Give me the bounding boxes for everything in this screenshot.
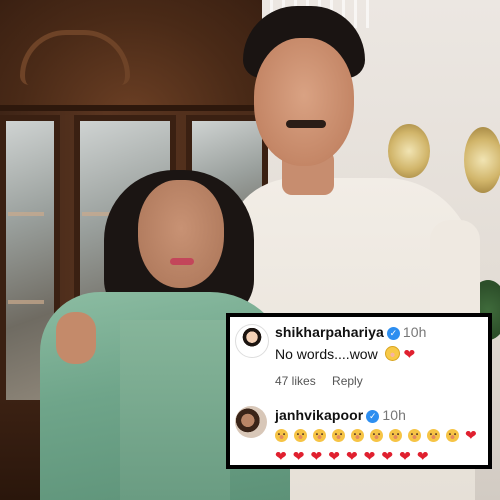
cabinet-crown bbox=[0, 0, 262, 111]
comment-header: shikharpahariya ✓ 10h bbox=[275, 324, 427, 340]
woman-face bbox=[138, 180, 224, 288]
comment-time: 10h bbox=[382, 407, 407, 423]
pleading-face-emoji-icon bbox=[370, 429, 383, 442]
wall-plate-right bbox=[464, 127, 500, 193]
pleading-face-emoji-icon bbox=[408, 429, 421, 442]
emoji-row-1: ❤ bbox=[275, 427, 483, 444]
man-mustache bbox=[286, 120, 326, 128]
woman-kameez bbox=[120, 320, 230, 500]
pleading-face-emoji-icon bbox=[389, 429, 402, 442]
red-heart-emoji-icon: ❤ bbox=[381, 448, 396, 464]
woman-lips bbox=[170, 258, 194, 265]
cabinet-shelf bbox=[8, 300, 44, 304]
pleading-face-emoji-icon bbox=[351, 429, 364, 442]
comments-card: shikharpahariya ✓ 10h No words....wow ❤ 47… bbox=[226, 313, 492, 469]
comment-text: No words....wow ❤ bbox=[275, 346, 415, 363]
red-heart-emoji-icon: ❤ bbox=[465, 427, 479, 443]
pleading-face-emoji-icon bbox=[294, 429, 307, 442]
username-link[interactable]: janhvikapoor bbox=[275, 407, 363, 423]
wall-plate-left bbox=[388, 124, 430, 178]
cabinet-ornament bbox=[20, 30, 130, 85]
verified-badge-icon: ✓ bbox=[366, 410, 380, 423]
avatar[interactable] bbox=[235, 324, 269, 358]
verified-badge-icon: ✓ bbox=[386, 327, 400, 340]
pleading-face-emoji-icon bbox=[332, 429, 345, 442]
red-heart-emoji-icon: ❤ bbox=[399, 448, 413, 464]
emoji-row-2: ❤ ❤ ❤ ❤ ❤ ❤ ❤ ❤ ❤ bbox=[275, 448, 435, 465]
red-heart-emoji-icon: ❤ bbox=[310, 448, 325, 464]
pleading-face-emoji-icon bbox=[446, 429, 459, 442]
red-heart-emoji-icon: ❤ bbox=[416, 448, 431, 464]
red-heart-emoji-icon: ❤ bbox=[292, 448, 307, 464]
man-face bbox=[254, 38, 354, 166]
cabinet-shelf bbox=[8, 212, 44, 216]
red-heart-emoji-icon: ❤ bbox=[328, 448, 342, 464]
red-heart-emoji-icon: ❤ bbox=[345, 448, 360, 464]
comment-time: 10h bbox=[402, 324, 427, 340]
flushed-face-emoji-icon bbox=[384, 346, 400, 361]
pleading-face-emoji-icon bbox=[313, 429, 326, 442]
avatar[interactable] bbox=[235, 406, 267, 438]
red-heart-emoji-icon: ❤ bbox=[363, 448, 378, 464]
comment-text-content: No words....wow bbox=[275, 346, 378, 362]
likes-count[interactable]: 47 likes bbox=[275, 374, 316, 388]
pleading-face-emoji-icon bbox=[275, 429, 288, 442]
comment-meta: 47 likes Reply bbox=[275, 374, 363, 388]
reply-button[interactable]: Reply bbox=[332, 374, 363, 388]
red-heart-emoji-icon: ❤ bbox=[403, 346, 416, 362]
pleading-face-emoji-icon bbox=[427, 429, 440, 442]
red-heart-emoji-icon: ❤ bbox=[275, 448, 289, 464]
comment-header: janhvikapoor ✓ 10h bbox=[275, 407, 406, 423]
man-hand-on-shoulder bbox=[56, 312, 96, 364]
username-link[interactable]: shikharpahariya bbox=[275, 324, 384, 340]
